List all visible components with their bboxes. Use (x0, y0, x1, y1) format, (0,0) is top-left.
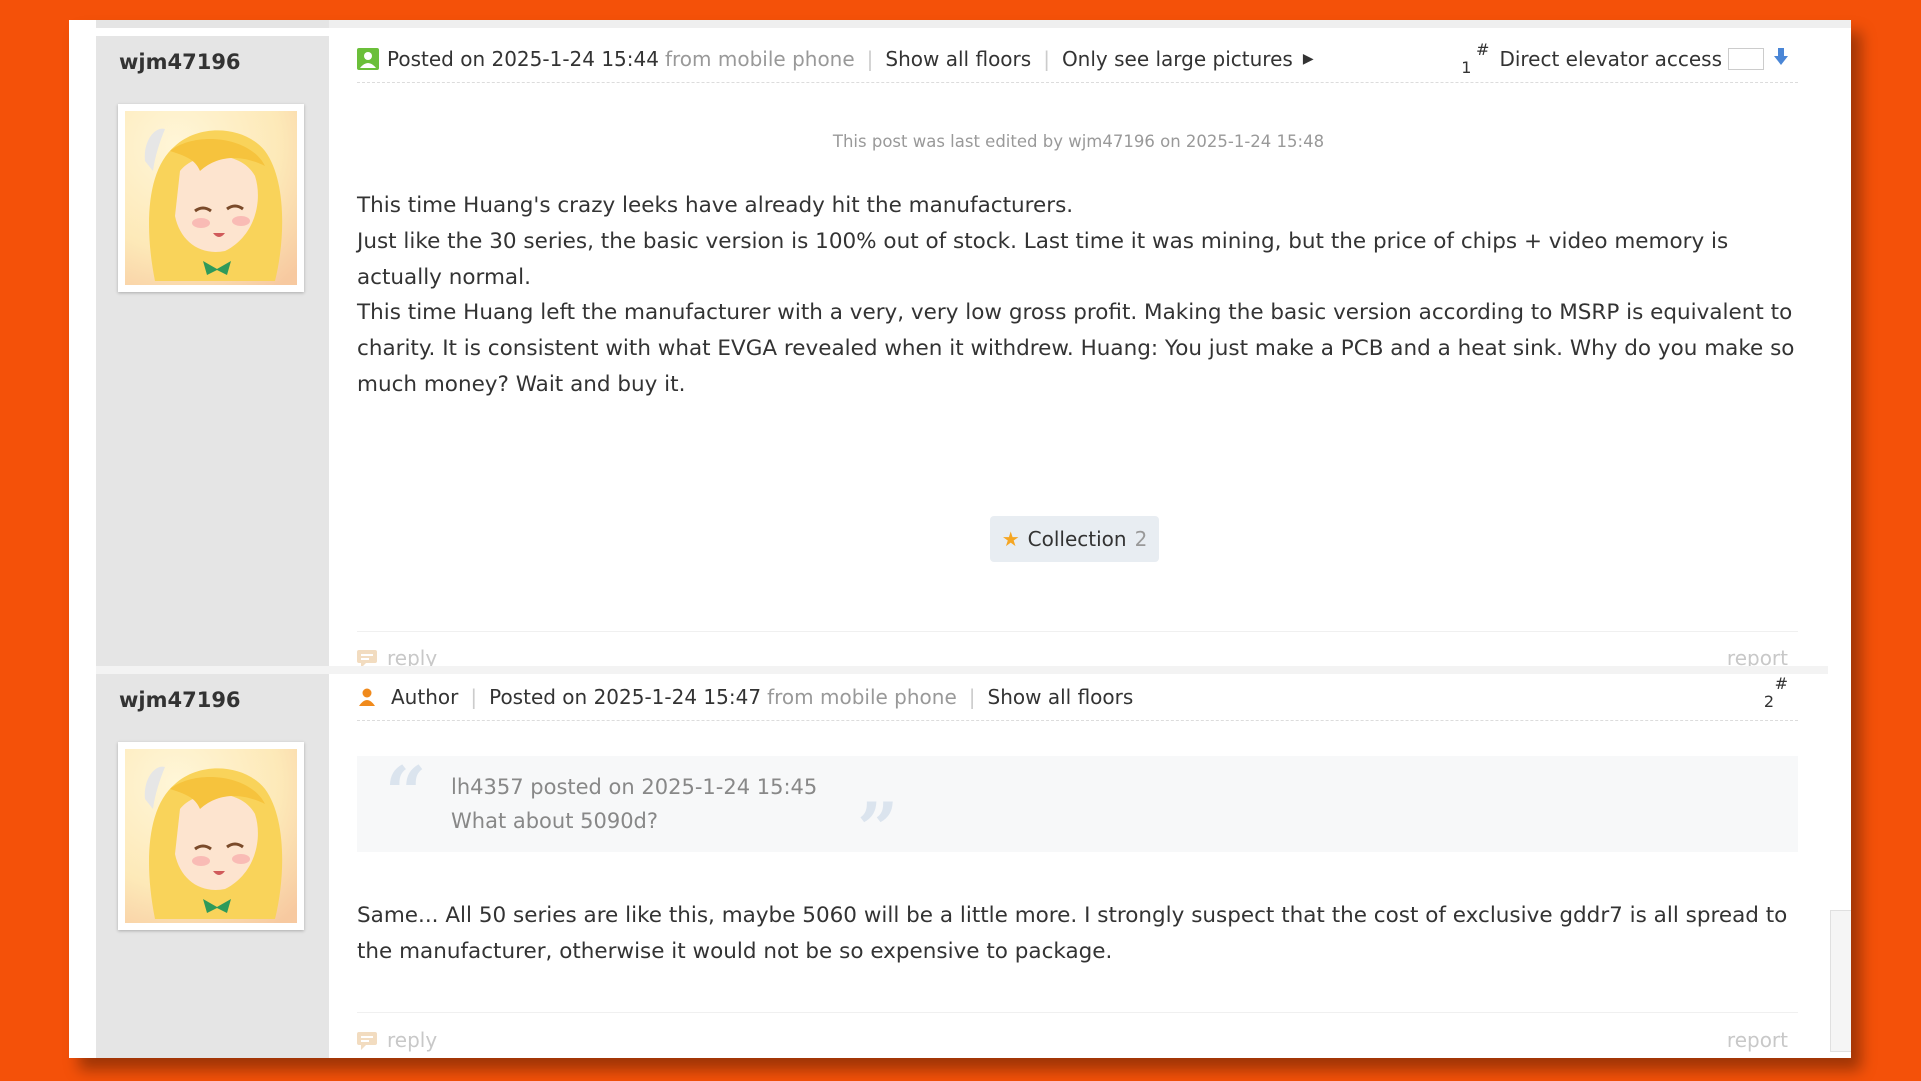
post-2-meta: Author | Posted on 2025-1-24 15:47 from … (357, 674, 1798, 721)
post-2: wjm47196 Author | Posted on 2025-1-24 15… (96, 674, 1828, 1058)
username[interactable]: wjm47196 (119, 688, 241, 712)
reply-icon (357, 649, 377, 668)
show-all-floors-link[interactable]: Show all floors (885, 47, 1031, 71)
reply-link[interactable]: reply (357, 1028, 437, 1052)
quote-block: “ lh4357 posted on 2025-1-24 15:45 What … (357, 750, 1798, 871)
post-2-sidebar: wjm47196 (96, 674, 329, 1058)
elevator-label: Direct elevator access (1499, 47, 1722, 71)
avatar[interactable] (118, 742, 304, 930)
quote-text: What about 5090d? (451, 809, 659, 833)
collection-count: 2 (1134, 527, 1148, 551)
post-1-sidebar: wjm47196 (96, 36, 329, 666)
separator: | (866, 47, 874, 71)
forum-window: wjm47196 Posted on 2025-1-24 15:44 from … (69, 20, 1851, 1058)
post-gap (96, 666, 1828, 674)
paragraph: Just like the 30 series, the basic versi… (357, 228, 1729, 290)
star-icon: ★ (1001, 527, 1020, 551)
triangle-right-icon: ▶ (1302, 51, 1314, 67)
post-1: wjm47196 Posted on 2025-1-24 15:44 from … (96, 36, 1828, 670)
separator: | (1043, 47, 1050, 71)
post-1-content: Posted on 2025-1-24 15:44 from mobile ph… (329, 36, 1828, 670)
avatar-image (125, 749, 297, 923)
person-icon (357, 687, 377, 707)
paragraph: This time Huang's crazy leeks have alrea… (357, 193, 1074, 218)
report-link[interactable]: report (1727, 1028, 1788, 1052)
post-source: from mobile phone (767, 685, 957, 709)
close-quote-icon: ” (857, 786, 899, 871)
divider (357, 1012, 1798, 1014)
reply-icon (357, 1031, 377, 1050)
paragraph: This time Huang left the manufacturer wi… (357, 300, 1795, 397)
post-body: This time Huang's crazy leeks have alrea… (357, 188, 1804, 403)
post-time: Posted on 2025-1-24 15:44 (387, 47, 659, 71)
only-large-pictures-link[interactable]: Only see large pictures (1062, 47, 1293, 71)
floor-number: # 1 (1461, 40, 1490, 77)
separator: | (470, 685, 478, 709)
collection-button[interactable]: ★ Collection 2 (990, 516, 1159, 562)
divider (357, 631, 1798, 633)
username[interactable]: wjm47196 (119, 50, 241, 74)
paragraph: Same... All 50 series are like this, may… (357, 903, 1788, 964)
collection-label: Collection (1027, 527, 1127, 551)
author-label: Author (391, 685, 459, 709)
post-time: Posted on 2025-1-24 15:47 (489, 685, 762, 709)
quote-header: lh4357 posted on 2025-1-24 15:45 (451, 775, 818, 799)
down-arrow-icon[interactable] (1774, 47, 1788, 71)
avatar[interactable] (118, 104, 304, 292)
post-2-content: Author | Posted on 2025-1-24 15:47 from … (329, 674, 1828, 1058)
floor-number: # 2 (1763, 674, 1788, 711)
post-source: from mobile phone (664, 47, 855, 71)
edited-note: This post was last edited by wjm47196 on… (832, 132, 1325, 151)
avatar-image (125, 111, 297, 285)
previous-post-edge (96, 20, 1851, 28)
show-all-floors-link[interactable]: Show all floors (988, 685, 1134, 709)
avatar-badge-icon (357, 48, 379, 70)
elevator-input[interactable] (1728, 48, 1764, 70)
side-toolbar[interactable] (1830, 910, 1851, 1052)
open-quote-icon: “ (385, 750, 427, 835)
separator: | (968, 685, 976, 709)
post-body: Same... All 50 series are like this, may… (357, 898, 1804, 970)
post-1-meta: Posted on 2025-1-24 15:44 from mobile ph… (357, 36, 1798, 83)
